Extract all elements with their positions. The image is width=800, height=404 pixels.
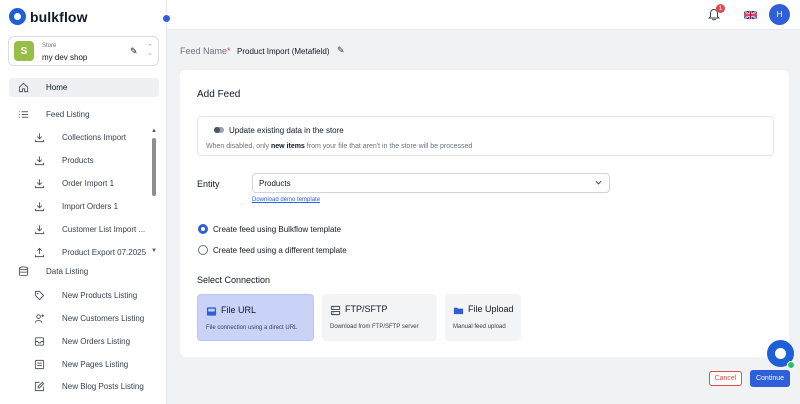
sidebar-item-import-orders-1[interactable]: Import Orders 1: [0, 200, 150, 214]
sidebar-item-products[interactable]: Products: [0, 154, 150, 168]
app-logo[interactable]: bulkflow: [9, 8, 88, 25]
shopify-bag-icon: S: [14, 41, 34, 61]
chevron-down-icon: [595, 180, 602, 185]
connection-label: FTP/SFTP: [345, 304, 388, 314]
cancel-button[interactable]: Cancel: [709, 371, 742, 386]
order-box-icon: [34, 337, 45, 346]
sidebar-item-new-blog-posts-listing[interactable]: New Blog Posts Listing: [0, 380, 150, 394]
download-icon: [34, 225, 45, 235]
sidebar-collapse-toggle[interactable]: [162, 14, 171, 23]
sidebar-section-label: Data Listing: [46, 267, 89, 276]
scroll-down-arrow-icon[interactable]: ▼: [151, 248, 157, 254]
sidebar-section-data-listing[interactable]: Data Listing: [0, 265, 150, 279]
top-bar: 1 H: [167, 0, 800, 30]
sidebar-section-label: Feed Listing: [46, 110, 90, 119]
entity-label: Entity: [197, 179, 220, 189]
card-title: Add Feed: [197, 89, 241, 100]
sidebar-item-new-products-listing[interactable]: New Products Listing: [0, 289, 150, 303]
sidebar-item-label: Order Import 1: [62, 179, 115, 188]
select-connection-title: Select Connection: [197, 275, 271, 285]
download-icon: [34, 202, 45, 212]
bulkflow-logo-icon: [9, 8, 26, 25]
upload-icon: [34, 247, 45, 258]
sidebar-item-label: New Pages Listing: [62, 360, 129, 369]
notification-badge: 1: [716, 4, 725, 13]
sidebar-item-label: New Blog Posts Listing: [62, 382, 144, 391]
sidebar-item-order-import-1[interactable]: Order Import 1: [0, 177, 150, 191]
radio-different-template[interactable]: [198, 245, 208, 255]
scrollbar-thumb[interactable]: [152, 138, 156, 196]
connection-option-ftp-sftp[interactable]: FTP/SFTP Download from FTP/SFTP server: [322, 294, 437, 341]
connection-description: Download from FTP/SFTP server: [330, 324, 419, 330]
pages-icon: [34, 359, 45, 370]
connection-description: File connection using a direct URL: [206, 325, 298, 331]
sidebar-item-collections-import[interactable]: Collections Import: [0, 131, 150, 145]
uk-flag-icon[interactable]: [744, 11, 757, 19]
sidebar-item-label: Collections Import: [62, 133, 127, 142]
edit-document-icon: [34, 381, 45, 392]
radio-bulkflow-template[interactable]: [198, 224, 208, 234]
sidebar-section-feed-listing[interactable]: Feed Listing: [0, 108, 150, 122]
sidebar-item-label: Product Export 07.2025: [62, 248, 147, 257]
list-icon: [18, 111, 29, 118]
download-icon: [34, 156, 45, 166]
sidebar-item-new-pages-listing[interactable]: New Pages Listing: [0, 358, 150, 372]
sidebar-item-product-export[interactable]: Product Export 07.2025: [0, 246, 150, 260]
entity-selected-value: Products: [259, 179, 291, 188]
sidebar-scrollbar[interactable]: ▲ ▼: [151, 128, 157, 256]
tag-icon: [34, 290, 45, 301]
sidebar-item-label: Home: [46, 83, 68, 92]
ftp-server-icon: [330, 305, 341, 316]
app-name: bulkflow: [30, 8, 88, 25]
update-existing-description: When disabled, only new items from your …: [206, 143, 473, 150]
connection-option-file-url[interactable]: File URL File connection using a direct …: [197, 294, 314, 341]
pencil-icon[interactable]: ✎: [130, 46, 138, 57]
sidebar-item-label: New Products Listing: [62, 291, 138, 300]
radio-bulkflow-template-label[interactable]: Create feed using Bulkflow template: [213, 225, 341, 234]
user-avatar[interactable]: H: [769, 4, 790, 25]
sidebar-item-label: Products: [62, 156, 94, 165]
sidebar-item-home[interactable]: Home: [9, 78, 159, 97]
edit-pencil-icon[interactable]: ✎: [337, 45, 345, 56]
file-url-icon: [206, 307, 217, 316]
online-status-dot: [787, 361, 795, 369]
sidebar-item-label: Customer List Import ...: [62, 225, 146, 234]
download-icon: [34, 133, 45, 143]
update-existing-label: Update existing data in the store: [229, 126, 344, 135]
sidebar: bulkflow S Store my dev shop ✎ ⌃ ⌄ Home F…: [0, 0, 167, 404]
connection-label: File URL: [221, 305, 257, 315]
sidebar-item-label: Import Orders 1: [62, 202, 119, 211]
feed-name-value[interactable]: Product Import (Metafield): [237, 47, 329, 56]
sidebar-item-label: New Orders Listing: [62, 337, 131, 346]
folder-icon: [453, 307, 464, 315]
update-existing-box: Update existing data in the store When d…: [197, 116, 774, 156]
sidebar-item-customer-list-import[interactable]: Customer List Import ...: [0, 223, 150, 237]
entity-select[interactable]: Products: [252, 173, 610, 193]
radio-different-template-label[interactable]: Create feed using a different template: [213, 246, 347, 255]
download-icon: [34, 179, 45, 189]
store-name: my dev shop: [42, 53, 88, 62]
connection-description: Manual feed upload: [453, 324, 506, 330]
home-icon: [18, 82, 29, 93]
sidebar-item-new-customers-listing[interactable]: New Customers Listing: [0, 312, 150, 326]
add-feed-card: Add Feed Update existing data in the sto…: [180, 70, 789, 357]
store-label: Store: [42, 43, 57, 49]
store-selector[interactable]: S Store my dev shop ✎ ⌃ ⌄: [8, 36, 159, 66]
continue-button[interactable]: Continue: [750, 370, 790, 387]
sidebar-item-new-orders-listing[interactable]: New Orders Listing: [0, 335, 150, 349]
update-existing-toggle[interactable]: [214, 127, 224, 133]
database-icon: [18, 266, 29, 276]
sidebar-item-label: New Customers Listing: [62, 314, 145, 323]
add-user-icon: [34, 314, 45, 323]
scroll-up-arrow-icon[interactable]: ▲: [151, 128, 157, 134]
connection-option-file-upload[interactable]: File Upload Manual feed upload: [445, 294, 521, 341]
chevron-up-down-icon[interactable]: ⌃ ⌄: [147, 44, 153, 57]
download-demo-template-link[interactable]: Download demo template: [252, 197, 320, 203]
connection-label: File Upload: [468, 304, 514, 314]
feed-name-label: Feed Name*: [180, 46, 231, 56]
